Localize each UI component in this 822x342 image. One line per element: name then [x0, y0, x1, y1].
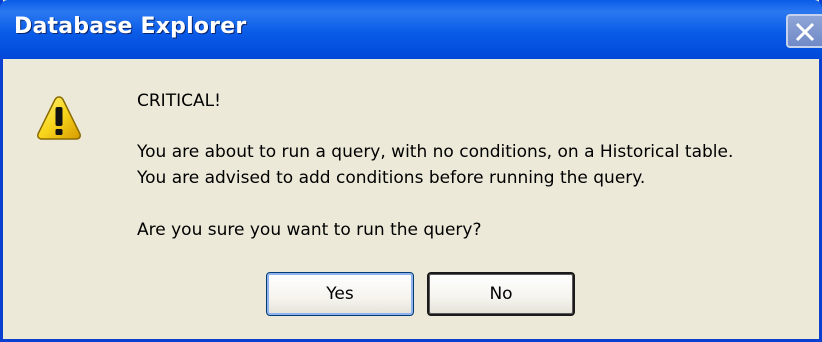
message-question: Are you sure you want to run the query?	[137, 220, 482, 240]
warning-icon	[37, 96, 81, 140]
dialog-window: Database Explorer CRITICAL! You are abou…	[0, 0, 822, 342]
message-line-2: You are advised to add conditions before…	[137, 168, 646, 188]
close-button[interactable]	[786, 14, 822, 48]
title-bar[interactable]: Database Explorer	[0, 0, 822, 59]
close-icon	[795, 22, 815, 42]
message-line-1: You are about to run a query, with no co…	[137, 142, 734, 162]
window-title: Database Explorer	[14, 14, 247, 39]
yes-button[interactable]: Yes	[266, 272, 414, 316]
message-heading: CRITICAL!	[137, 91, 221, 111]
no-button[interactable]: No	[427, 272, 575, 316]
